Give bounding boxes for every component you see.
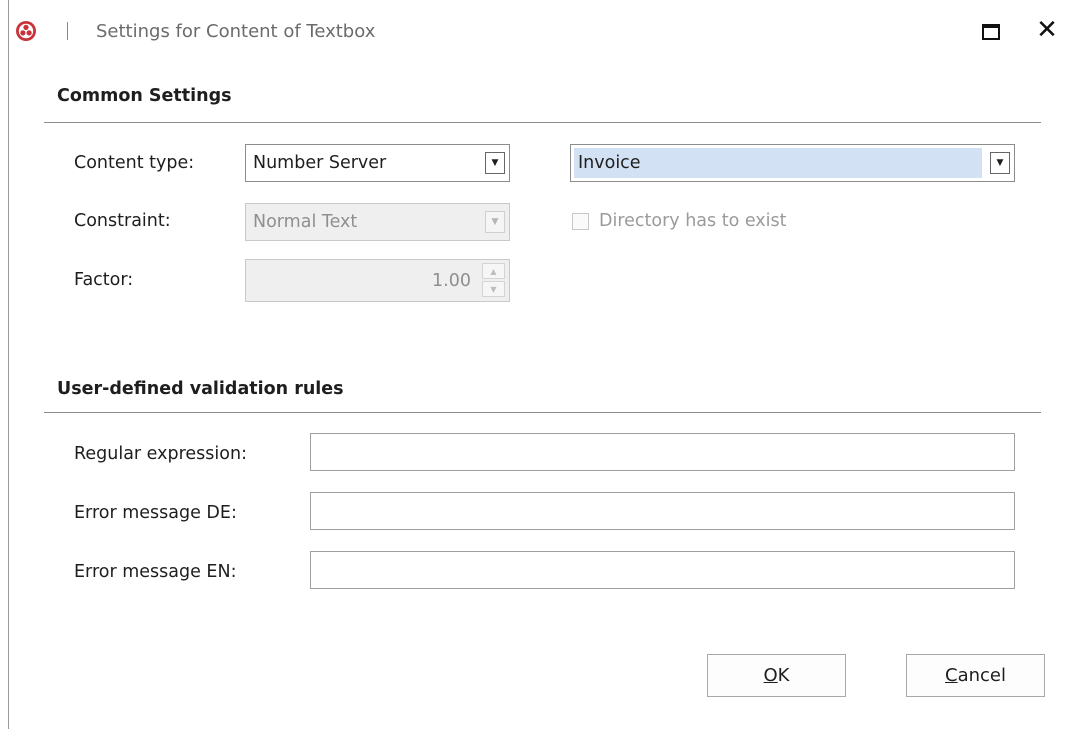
title-bar: Settings for Content of Textbox ✕ (0, 0, 1068, 66)
error-en-label: Error message EN: (74, 562, 237, 582)
error-de-label: Error message DE: (74, 503, 237, 523)
constraint-label: Constraint: (74, 211, 171, 231)
error-de-input[interactable] (310, 492, 1015, 530)
cancel-label-rest: ancel (957, 665, 1006, 686)
regex-input[interactable] (310, 433, 1015, 471)
chevron-down-icon[interactable]: ▼ (990, 152, 1010, 174)
common-settings-heading: Common Settings (57, 86, 232, 106)
error-en-input[interactable] (310, 551, 1015, 589)
common-settings-divider (44, 122, 1041, 123)
close-icon[interactable]: ✕ (1032, 14, 1062, 46)
title-separator (67, 22, 68, 40)
ok-mnemonic: O (763, 665, 778, 686)
validation-heading: User-defined validation rules (57, 379, 344, 399)
directory-exists-checkbox[interactable] (572, 213, 589, 230)
factor-spinner[interactable]: 1.00 ▲ ▼ (245, 259, 510, 302)
app-logo-icon (15, 20, 37, 42)
chevron-down-icon[interactable]: ▼ (485, 152, 505, 174)
chevron-down-icon[interactable]: ▼ (485, 211, 505, 233)
spin-up-icon[interactable]: ▲ (482, 263, 505, 279)
dialog-frame (8, 0, 1068, 729)
factor-value: 1.00 (432, 271, 471, 291)
constraint-dropdown[interactable]: Normal Text ▼ (245, 203, 510, 241)
ok-label-rest: K (777, 665, 790, 686)
ok-button[interactable]: OK (707, 654, 846, 697)
regex-label: Regular expression: (74, 444, 247, 464)
window-title: Settings for Content of Textbox (96, 21, 376, 42)
content-type-label: Content type: (74, 153, 195, 173)
cancel-mnemonic: C (945, 665, 958, 686)
content-type-dropdown[interactable]: Number Server ▼ (245, 144, 510, 182)
number-server-value: Invoice (578, 153, 641, 173)
spin-down-icon[interactable]: ▼ (482, 281, 505, 297)
directory-exists-label: Directory has to exist (599, 211, 787, 231)
maximize-icon[interactable] (982, 24, 1000, 40)
constraint-value: Normal Text (253, 212, 358, 232)
cancel-button[interactable]: Cancel (906, 654, 1045, 697)
validation-divider (44, 412, 1041, 413)
number-server-dropdown[interactable]: Invoice ▼ (570, 144, 1015, 182)
factor-label: Factor: (74, 270, 134, 290)
content-type-value: Number Server (253, 153, 387, 173)
